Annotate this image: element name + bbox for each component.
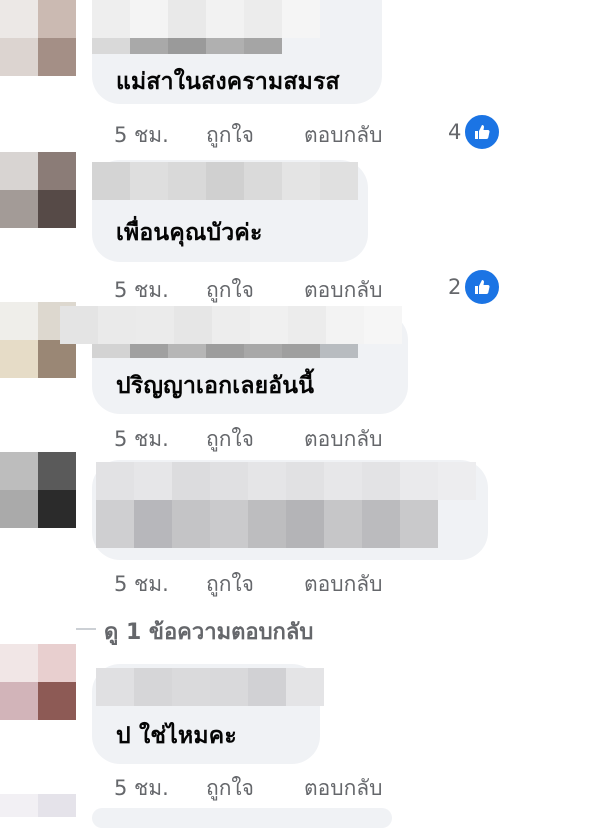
comment-actions: 5 ชม. ถูกใจ ตอบกลับ bbox=[114, 568, 383, 601]
reply-button[interactable]: ตอบกลับ bbox=[304, 119, 383, 152]
author-name-blurred[interactable] bbox=[92, 0, 320, 38]
reply-button[interactable]: ตอบกลับ bbox=[304, 772, 383, 805]
comment-text-blurred bbox=[96, 500, 438, 548]
reply-button[interactable]: ตอบกลับ bbox=[304, 568, 383, 601]
reply-button[interactable]: ตอบกลับ bbox=[304, 423, 383, 456]
like-thumbs-up-icon bbox=[463, 268, 502, 306]
avatar[interactable] bbox=[0, 644, 76, 720]
author-name-blurred[interactable] bbox=[92, 162, 358, 200]
timestamp[interactable]: 5 ชม. bbox=[114, 568, 206, 601]
author-name-blurred-strip bbox=[92, 38, 282, 54]
avatar[interactable] bbox=[0, 0, 76, 76]
like-button[interactable]: ถูกใจ bbox=[206, 568, 304, 601]
comment-text: ป ใช่ไหมคะ bbox=[116, 723, 237, 749]
comment-actions: 5 ชม. ถูกใจ ตอบกลับ bbox=[114, 274, 383, 307]
comment-bubble bbox=[92, 808, 392, 828]
reaction-count-number: 2 bbox=[448, 275, 462, 299]
author-name-blurred[interactable] bbox=[60, 306, 402, 344]
like-thumbs-up-icon bbox=[463, 113, 502, 151]
comment-actions: 5 ชม. ถูกใจ ตอบกลับ bbox=[114, 119, 383, 152]
author-name-blurred[interactable] bbox=[96, 462, 476, 500]
like-button[interactable]: ถูกใจ bbox=[206, 274, 304, 307]
view-replies-link[interactable]: ดู 1 ข้อความตอบกลับ bbox=[104, 614, 313, 649]
timestamp[interactable]: 5 ชม. bbox=[114, 423, 206, 456]
comment-actions: 5 ชม. ถูกใจ ตอบกลับ bbox=[114, 772, 383, 805]
comment-text: ปริญญาเอกเลยอันนี้ bbox=[116, 373, 315, 399]
like-button[interactable]: ถูกใจ bbox=[206, 423, 304, 456]
avatar[interactable] bbox=[0, 794, 76, 817]
timestamp[interactable]: 5 ชม. bbox=[114, 119, 206, 152]
thread-connector-line bbox=[76, 628, 96, 630]
reaction-count[interactable]: 2 bbox=[448, 268, 502, 306]
comment-bubble bbox=[92, 460, 488, 560]
reaction-count-number: 4 bbox=[448, 120, 462, 144]
reaction-count[interactable]: 4 bbox=[448, 113, 502, 151]
timestamp[interactable]: 5 ชม. bbox=[114, 274, 206, 307]
comment-actions: 5 ชม. ถูกใจ ตอบกลับ bbox=[114, 423, 383, 456]
like-button[interactable]: ถูกใจ bbox=[206, 772, 304, 805]
like-button[interactable]: ถูกใจ bbox=[206, 119, 304, 152]
author-name-blurred-strip bbox=[92, 344, 358, 358]
avatar[interactable] bbox=[0, 152, 76, 228]
comment-text: แม่สาในสงครามสมรส bbox=[116, 69, 340, 95]
avatar[interactable] bbox=[0, 452, 76, 528]
reply-button[interactable]: ตอบกลับ bbox=[304, 274, 383, 307]
timestamp[interactable]: 5 ชม. bbox=[114, 772, 206, 805]
comment-text: เพื่อนคุณบัวค่ะ bbox=[116, 220, 263, 246]
author-name-blurred[interactable] bbox=[96, 668, 324, 706]
